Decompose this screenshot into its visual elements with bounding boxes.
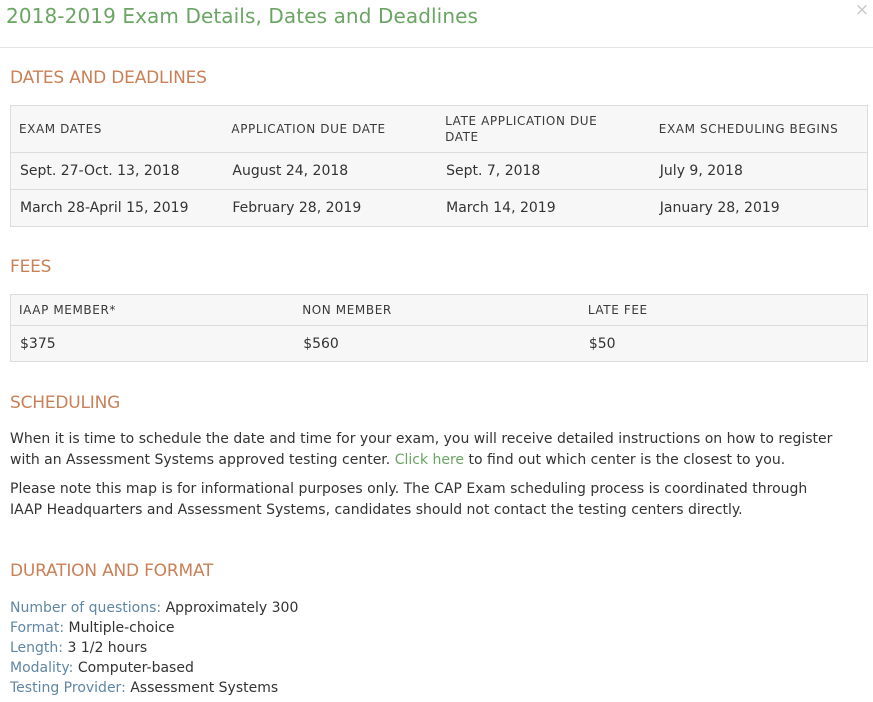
item-value: Multiple-choice — [68, 620, 175, 636]
table-cell: $375 — [20, 335, 56, 352]
duration-heading: DURATION AND FORMAT — [10, 561, 214, 581]
scheduling-text: to find out which center is the closest … — [464, 452, 786, 468]
table-cell: July 9, 2018 — [650, 152, 868, 190]
table-header-row: EXAM DATES APPLICATION DUE DATE LATE APP… — [10, 105, 868, 153]
item-value: Computer-based — [77, 660, 194, 676]
column-header-late-application-due-date: LATE APPLICATION DUE DATE — [437, 105, 651, 153]
modal-header: 2018-2019 Exam Details, Dates and Deadli… — [0, 0, 873, 48]
table-cell: February 28, 2019 — [232, 200, 362, 216]
item-label: Format: — [10, 620, 65, 636]
column-header-exam-dates: EXAM DATES — [10, 105, 224, 153]
list-item: Length: 3 1/2 hours — [10, 638, 298, 658]
table-header-row: IAAP MEMBER* NON MEMBER LATE FEE — [10, 294, 868, 326]
testing-center-link[interactable]: Click here — [395, 452, 464, 468]
column-header-exam-scheduling-begins: EXAM SCHEDULING BEGINS — [650, 105, 868, 153]
item-label: Number of questions: — [10, 600, 162, 616]
table-cell: March 14, 2019 — [446, 200, 556, 216]
scheduling-paragraph: When it is time to schedule the date and… — [10, 429, 840, 471]
column-header-application-due-date: APPLICATION DUE DATE — [223, 105, 438, 153]
list-item: Format: Multiple-choice — [10, 618, 298, 638]
table-cell: Sept. 27-Oct. 13, 2018 — [10, 152, 224, 190]
list-item: Testing Provider: Assessment Systems — [10, 678, 298, 698]
duration-format-list: Number of questions: Approximately 300 F… — [10, 598, 298, 698]
fees-table: IAAP MEMBER* NON MEMBER LATE FEE $375 $5… — [10, 294, 868, 362]
table-cell: March 28-April 15, 2019 — [20, 200, 189, 216]
column-header-late-fee: LATE FEE — [579, 294, 868, 326]
item-value: Approximately 300 — [165, 600, 299, 616]
column-header-iaap-member: IAAP MEMBER* — [10, 294, 295, 326]
item-value: 3 1/2 hours — [67, 640, 148, 656]
table-cell: $560 — [303, 335, 339, 352]
table-row: March 28-April 15, 2019 February 28, 201… — [11, 190, 868, 227]
scheduling-heading: SCHEDULING — [10, 393, 121, 413]
dates-heading: DATES AND DEADLINES — [10, 68, 207, 88]
item-label: Modality: — [10, 660, 74, 676]
dates-table: EXAM DATES APPLICATION DUE DATE LATE APP… — [10, 105, 868, 227]
table-cell: August 24, 2018 — [223, 152, 438, 190]
item-label: Testing Provider: — [10, 680, 126, 696]
list-item: Modality: Computer-based — [10, 658, 298, 678]
scheduling-note-paragraph: Please note this map is for informationa… — [10, 481, 808, 518]
table-row: Sept. 27-Oct. 13, 2018 August 24, 2018 S… — [10, 152, 868, 190]
table-row: $375 $560 $50 — [11, 326, 868, 362]
table-cell: $50 — [588, 335, 616, 352]
list-item: Number of questions: Approximately 300 — [10, 598, 298, 618]
column-header-non-member: NON MEMBER — [294, 294, 580, 326]
fees-heading: FEES — [10, 257, 52, 277]
item-label: Length: — [10, 640, 64, 656]
table-cell: January 28, 2019 — [659, 200, 780, 216]
item-value: Assessment Systems — [130, 680, 279, 696]
modal-title: 2018-2019 Exam Details, Dates and Deadli… — [6, 4, 479, 28]
table-cell: Sept. 7, 2018 — [437, 152, 651, 190]
close-icon[interactable]: × — [853, 0, 871, 20]
